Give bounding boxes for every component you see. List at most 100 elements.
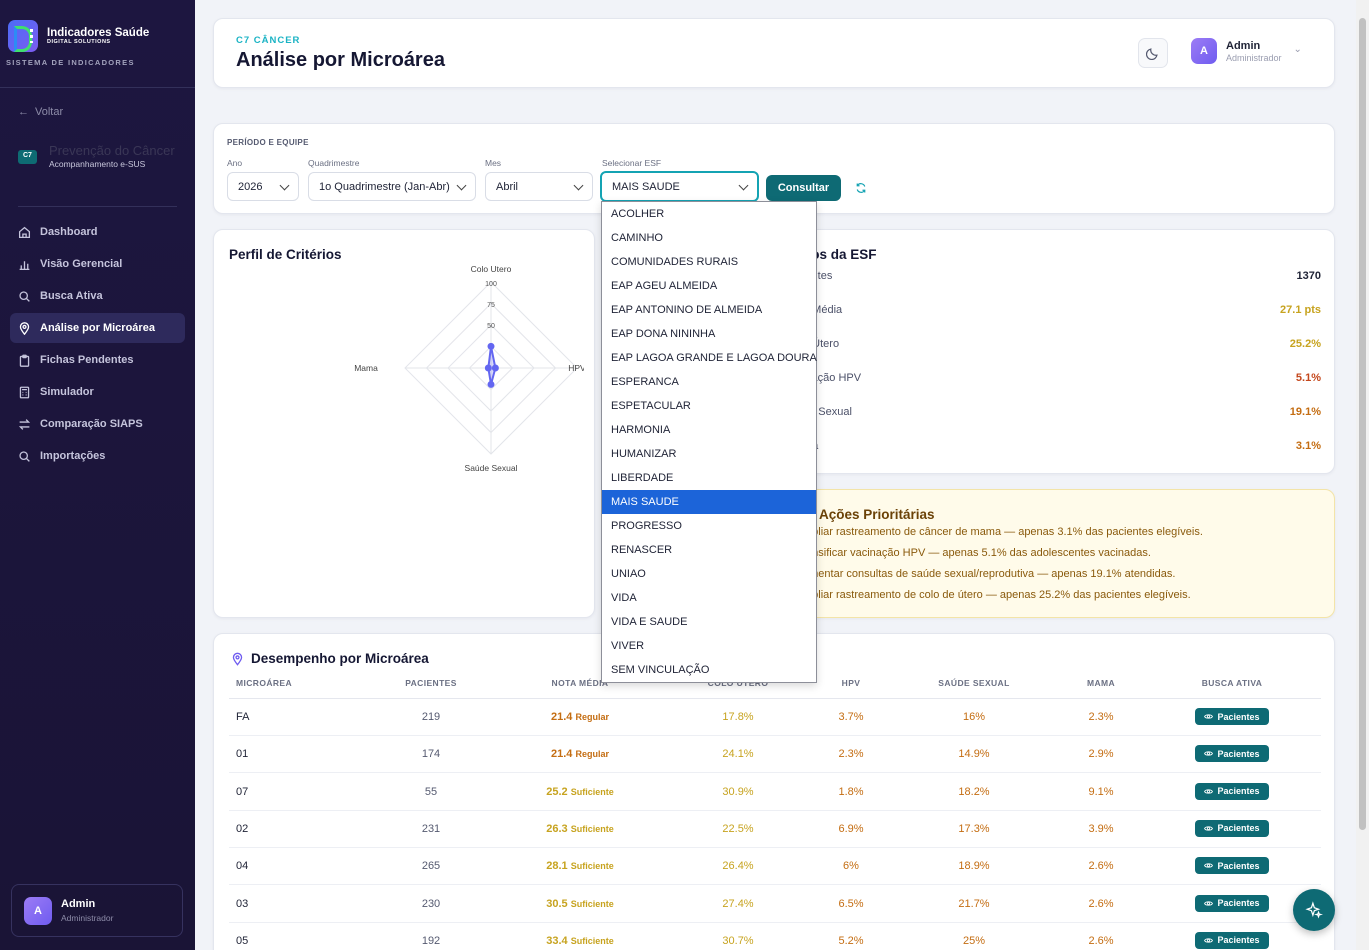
table-title: Desempenho por Microárea	[251, 651, 429, 666]
pacientes-button[interactable]: Pacientes	[1195, 857, 1269, 875]
result-value: 27.1 pts	[1280, 304, 1321, 316]
esf-option[interactable]: VIDA E SAUDE	[602, 610, 816, 634]
esf-option[interactable]: HARMONIA	[602, 418, 816, 442]
eye-icon	[1204, 751, 1214, 756]
cell-nota: 21.4 Regular	[551, 711, 609, 723]
radar-point-2	[487, 380, 495, 388]
cell-micro: 04	[236, 860, 249, 873]
sidebar-user-card[interactable]: A Admin Administrador	[11, 884, 183, 937]
esf-select[interactable]: MAIS SAUDE	[600, 171, 759, 202]
cell-micro: FA	[236, 711, 250, 723]
axis-label-mama: Mama	[354, 363, 378, 373]
tick-label-50: 50	[487, 323, 495, 330]
page-kicker: C7 CÂNCER	[236, 35, 301, 46]
esf-option[interactable]: CAMINHO	[602, 226, 816, 250]
pacientes-button[interactable]: Pacientes	[1195, 819, 1269, 837]
pacientes-button[interactable]: Pacientes	[1195, 745, 1269, 763]
sidebar-item-comparacao-siaps[interactable]: Comparação SIAPS	[10, 409, 185, 439]
cell-hpv: 2.3%	[838, 748, 864, 761]
cell-pac: 230	[421, 897, 441, 910]
user-role: Administrador	[61, 913, 114, 923]
sidebar-item-analise-microarea[interactable]: Análise por Microárea	[10, 313, 185, 343]
cell-pac: 231	[421, 822, 441, 835]
result-value: 19.1%	[1289, 406, 1321, 418]
esf-option[interactable]: ESPERANCA	[602, 370, 816, 394]
esf-option[interactable]: SEM VINCULAÇÃO	[602, 658, 816, 682]
search-icon	[19, 290, 30, 302]
refresh-icon[interactable]	[855, 182, 867, 197]
sidebar-item-visao-gerencial[interactable]: Visão Gerencial	[10, 249, 185, 279]
esf-option[interactable]: EAP ANTONINO DE ALMEIDA	[602, 298, 816, 322]
nota-value: 26.3	[546, 822, 568, 835]
esf-option[interactable]: LIBERDADE	[602, 466, 816, 490]
sidebar-item-importacoes[interactable]: Importações	[10, 441, 185, 471]
esf-option[interactable]: UNIAO	[602, 562, 816, 586]
esf-option[interactable]: PROGRESSO	[602, 514, 816, 538]
theme-toggle-button[interactable]	[1138, 38, 1168, 68]
eye-icon	[1204, 938, 1214, 943]
esf-option[interactable]: COMUNIDADES RURAIS	[602, 250, 816, 274]
sidebar-divider	[18, 206, 177, 207]
mes-select[interactable]: Abril	[485, 172, 593, 201]
priority-item: mpliar rastreamento de colo de útero — a…	[803, 589, 1191, 601]
column-header: MAMA	[1086, 678, 1116, 688]
sidebar-item-simulador[interactable]: Simulador	[10, 377, 185, 407]
cell-micro: 03	[236, 897, 249, 910]
chevron-down-icon	[279, 180, 290, 191]
result-row: ientes 1370	[803, 270, 1321, 282]
arrow-left-icon: ←	[18, 106, 29, 118]
pacientes-button[interactable]: Pacientes	[1195, 708, 1269, 725]
esf-option[interactable]: EAP AGEU ALMEIDA	[602, 274, 816, 298]
sidebar-item-dashboard[interactable]: Dashboard	[10, 217, 185, 247]
priority-actions-card: Ações Prioritárias mpliar rastreamento d…	[780, 489, 1335, 618]
pacientes-button[interactable]: Pacientes	[1195, 894, 1269, 912]
cell-micro: 02	[236, 822, 249, 835]
cell-hpv: 6.9%	[838, 822, 864, 835]
sidebar-item-busca-ativa[interactable]: Busca Ativa	[10, 281, 185, 311]
esf-option[interactable]: MAIS SAUDE	[602, 490, 816, 514]
result-value: 1370	[1296, 270, 1321, 282]
cell-hpv: 6%	[843, 860, 859, 873]
result-value: 25.2%	[1289, 338, 1321, 350]
esf-option[interactable]: EAP LAGOA GRANDE E LAGOA DOURA	[602, 346, 817, 370]
cell-colo: 30.7%	[722, 934, 754, 947]
quadrimestre-select[interactable]: 1o Quadrimestre (Jan-Abr)	[308, 172, 476, 201]
nota-status: Suficiente	[570, 935, 614, 946]
pacientes-button-label: Pacientes	[1217, 786, 1260, 797]
tick-label-100: 100	[485, 281, 497, 288]
back-link[interactable]: ← Voltar	[0, 88, 195, 136]
esf-option[interactable]: VIVER	[602, 634, 816, 658]
page-scrollbar[interactable]	[1356, 0, 1369, 950]
ano-select[interactable]: 2026	[227, 172, 299, 201]
header-user-menu[interactable]: A Admin Administrador ⌄	[1191, 38, 1302, 64]
esf-dropdown-list[interactable]: ACOLHER CAMINHO COMUNIDADES RURAIS EAP AGEU…	[601, 201, 817, 683]
chevron-down-icon	[456, 180, 467, 191]
nota-status: Regular	[575, 749, 609, 760]
cell-colo: 30.9%	[722, 785, 754, 798]
esf-option[interactable]: ACOLHER	[602, 202, 816, 226]
table-row: 01 174 24.1% 2.3% 14.9% 2.9% 21.4 Regular Pacie…	[229, 736, 1321, 774]
pacientes-button[interactable]: Pacientes	[1195, 931, 1269, 949]
consultar-button[interactable]: Consultar	[766, 175, 841, 201]
profile-title: Perfil de Critérios	[229, 247, 342, 262]
cell-nota: 26.3 Suficiente	[546, 823, 614, 835]
assistant-fab-button[interactable]	[1293, 889, 1335, 931]
pacientes-button[interactable]: Pacientes	[1195, 782, 1269, 800]
esf-option[interactable]: RENASCER	[602, 538, 816, 562]
esf-option[interactable]: EAP DONA NININHA	[602, 322, 816, 346]
clipboard-icon	[19, 354, 30, 367]
brand[interactable]: Indicadores Saúde DIGITAL SOLUTIONS	[0, 0, 195, 54]
esf-option[interactable]: ESPETACULAR	[602, 394, 816, 418]
module-subtitle: Acompanhamento e-SUS	[48, 159, 146, 169]
sidebar-item-fichas-pendentes[interactable]: Fichas Pendentes	[10, 345, 185, 375]
esf-option[interactable]: HUMANIZAR	[602, 442, 816, 466]
pacientes-button-label: Pacientes	[1217, 711, 1260, 722]
sidebar-item-label: Importações	[40, 450, 106, 462]
cell-sexual: 16%	[962, 711, 986, 723]
eye-icon	[1204, 714, 1214, 719]
esf-option[interactable]: VIDA	[602, 586, 816, 610]
scrollbar-thumb[interactable]	[1359, 18, 1366, 830]
cell-nota: 33.4 Suficiente	[546, 935, 614, 947]
cell-pac: 219	[421, 711, 441, 723]
page-header: C7 CÂNCER Análise por Microárea A Admin …	[213, 18, 1335, 88]
